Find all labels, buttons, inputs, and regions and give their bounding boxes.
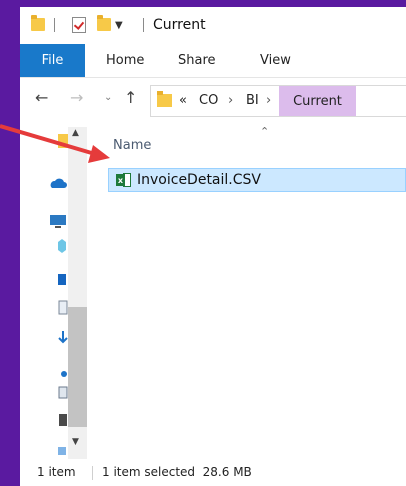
folder-icon[interactable] — [58, 134, 68, 148]
chevron-right-icon[interactable]: › — [266, 93, 271, 108]
pictures-icon[interactable] — [58, 386, 68, 400]
folder-icon — [157, 91, 172, 107]
scroll-down-icon[interactable]: ▼ — [72, 437, 79, 447]
file-name: InvoiceDetail.CSV — [137, 172, 261, 188]
breadcrumb-bi[interactable]: BI — [246, 93, 259, 108]
navigation-bar: ← → ⌄ ↑ « CO › BI › Current — [20, 78, 406, 120]
desktop-icon[interactable] — [57, 272, 67, 288]
window-title: Current — [153, 17, 206, 33]
this-pc-icon[interactable] — [49, 214, 67, 230]
file-explorer-window: ▼ Current File Home Share View ← → ⌄ ↑ «… — [20, 7, 406, 486]
onedrive-icon[interactable] — [49, 177, 67, 189]
downloads-icon[interactable] — [58, 330, 68, 346]
chevron-right-icon[interactable]: › — [228, 93, 233, 108]
status-bar: 1 item 1 item selected 28.6 MB — [20, 459, 406, 486]
scrollbar-thumb[interactable] — [68, 307, 87, 427]
new-folder-icon[interactable] — [97, 15, 111, 31]
ribbon-tabs: File Home Share View — [20, 44, 406, 78]
separator — [54, 18, 55, 32]
separator — [143, 18, 144, 32]
sort-ascending-icon: ⌃ — [260, 125, 270, 138]
scroll-up-icon[interactable]: ▲ — [72, 128, 79, 138]
tab-file[interactable]: File — [20, 44, 85, 77]
up-arrow-icon[interactable]: ↑ — [124, 88, 137, 107]
chevron-down-icon[interactable]: ⌄ — [104, 92, 112, 103]
folder-icon[interactable] — [31, 15, 45, 31]
customize-quick-access-icon[interactable]: ▼ — [115, 20, 123, 31]
music-icon[interactable] — [60, 370, 68, 378]
3d-objects-icon[interactable] — [57, 238, 67, 254]
breadcrumb-current[interactable]: Current — [279, 86, 356, 116]
videos-icon[interactable] — [58, 413, 68, 427]
tab-share[interactable]: Share — [178, 44, 216, 77]
back-arrow-icon[interactable]: ← — [35, 88, 48, 107]
address-bar[interactable]: « CO › BI › Current — [150, 85, 406, 117]
breadcrumb-overflow[interactable]: « — [179, 93, 187, 108]
tab-home[interactable]: Home — [106, 44, 144, 77]
selection-info: 1 item selected 28.6 MB — [102, 465, 252, 479]
column-header-name[interactable]: Name — [113, 138, 151, 153]
title-bar: ▼ Current — [20, 7, 406, 44]
tab-view[interactable]: View — [260, 44, 291, 77]
separator — [92, 466, 93, 480]
forward-arrow-icon[interactable]: → — [70, 88, 83, 107]
item-count: 1 item — [37, 465, 76, 479]
local-disk-icon[interactable] — [57, 445, 67, 457]
file-list-item[interactable]: x InvoiceDetail.CSV — [108, 168, 406, 192]
breadcrumb-co[interactable]: CO — [199, 93, 218, 108]
excel-file-icon: x — [116, 173, 131, 187]
documents-icon[interactable] — [58, 300, 68, 316]
properties-icon[interactable] — [72, 17, 86, 33]
